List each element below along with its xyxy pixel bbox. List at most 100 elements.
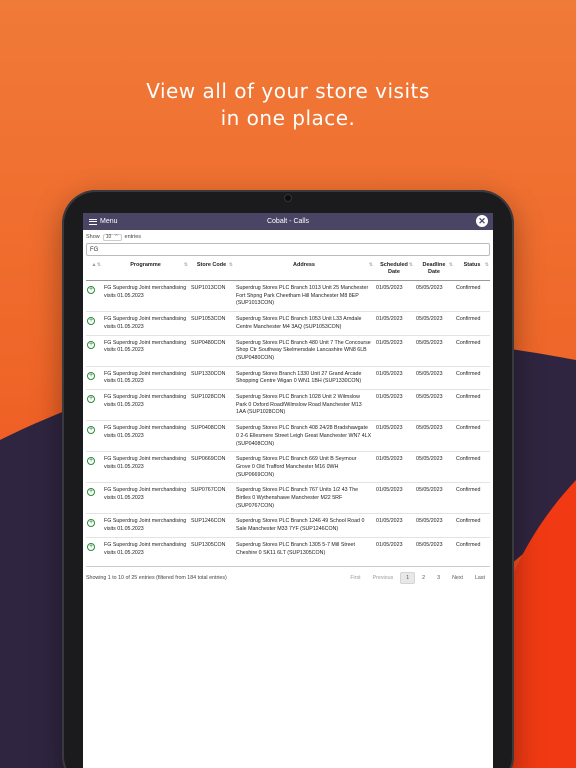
cell-address: Superdrug Stores PLC Branch 1053 Unit L3… — [234, 311, 374, 336]
expand-row-icon[interactable]: + — [87, 340, 95, 349]
tablet-frame: Menu Cobalt - Calls ✕ Show 10 ⌃ entries … — [62, 190, 514, 768]
app-title: Cobalt - Calls — [266, 218, 309, 225]
cell-programme: FG Superdrug Joint merchandising visits … — [102, 513, 189, 538]
cell-store-code: SUP0669CON — [189, 451, 234, 483]
cell-address: Superdrug Stores PLC Branch 408 24/28 Br… — [234, 420, 374, 452]
column-store-code[interactable]: Store Code — [189, 260, 234, 281]
column-scheduled-date[interactable]: Scheduled Date — [374, 260, 414, 281]
table-row[interactable]: + FG Superdrug Joint merchandising visit… — [86, 482, 490, 514]
pagination-next[interactable]: Next — [447, 573, 468, 583]
cell-programme: FG Superdrug Joint merchandising visits … — [102, 334, 189, 367]
hamburger-icon — [89, 218, 97, 225]
column-status[interactable]: Status — [454, 260, 490, 281]
entries-length: Show 10 ⌃ entries — [86, 233, 490, 241]
cell-status: Confirmed — [454, 451, 490, 483]
cell-status: Confirmed — [454, 389, 490, 421]
table-row[interactable]: + FG Superdrug Joint merchandising visit… — [86, 311, 490, 336]
chevron-updown-icon: ⌃ — [114, 234, 119, 240]
cell-programme: FG Superdrug Joint merchandising visits … — [102, 482, 189, 514]
cell-deadline-date: 05/05/2023 — [414, 451, 454, 483]
cell-store-code: SUP1330CON — [189, 365, 234, 390]
expand-row-icon[interactable]: + — [87, 286, 95, 294]
cell-address: Superdrug Stores PLC Branch 480 Unit 7 T… — [234, 334, 374, 367]
cell-scheduled-date: 01/05/2023 — [374, 420, 414, 452]
cell-status: Confirmed — [454, 482, 490, 514]
cell-status: Confirmed — [456, 285, 481, 291]
app-screen: Menu Cobalt - Calls ✕ Show 10 ⌃ entries … — [83, 213, 493, 768]
pagination-page-3[interactable]: 3 — [432, 573, 445, 583]
promo-line-2: in one place. — [220, 106, 356, 130]
cell-programme: FG Superdrug Joint merchandising visits … — [102, 451, 189, 483]
pagination-previous[interactable]: Previous — [368, 573, 399, 583]
cell-address: Superdrug Stores PLC Branch 669 Unit B S… — [234, 451, 374, 483]
cell-deadline-date: 05/05/2023 — [414, 536, 454, 561]
cell-address: Superdrug Stores PLC Branch 767 Units 1/… — [234, 482, 374, 514]
cell-address: Superdrug Stores PLC Branch 1028 Unit 2 … — [234, 389, 374, 421]
promo-headline: View all of your store visits in one pla… — [0, 78, 576, 132]
show-label: Show — [86, 234, 100, 240]
cell-store-code: SUP1013CON — [191, 285, 226, 291]
table-row[interactable]: + FG Superdrug Joint merchandising visit… — [86, 420, 490, 452]
table-row[interactable]: + FG Superdrug Joint merchandising visit… — [86, 513, 490, 538]
table-row[interactable]: + FG Superdrug Joint merchandising visit… — [86, 334, 490, 367]
camera-icon — [284, 194, 292, 202]
cell-status: Confirmed — [454, 536, 490, 561]
column-address[interactable]: Address — [234, 260, 374, 281]
table-controls: Show 10 ⌃ entries FG — [83, 230, 493, 256]
cell-scheduled-date: 01/05/2023 — [374, 513, 414, 538]
pagination-page-1[interactable]: 1 — [400, 572, 416, 585]
cell-store-code: SUP0480CON — [189, 334, 234, 367]
expand-row-icon[interactable]: + — [87, 488, 95, 497]
table-row[interactable]: + FG Superdrug Joint merchandising visit… — [86, 389, 490, 421]
cell-programme: FG Superdrug Joint merchandising visits … — [104, 285, 187, 299]
cell-address: Superdrug Stores PLC Branch 1013 Unit 25… — [236, 285, 369, 307]
expand-row-icon[interactable]: + — [87, 395, 95, 404]
expand-row-icon[interactable]: + — [87, 519, 95, 528]
pagination-first[interactable]: First — [345, 573, 365, 583]
cell-scheduled-date: 01/05/2023 — [374, 365, 414, 390]
cell-store-code: SUP0767CON — [189, 482, 234, 514]
search-input[interactable]: FG — [86, 243, 490, 256]
cell-address: Superdrug Stores Branch 1330 Unit 27 Gra… — [234, 365, 374, 390]
title-bar: Menu Cobalt - Calls ✕ — [83, 213, 493, 230]
table-row[interactable]: + FG Superdrug Joint merchandising visit… — [86, 365, 490, 390]
expand-row-icon[interactable]: + — [87, 426, 95, 435]
expand-row-icon[interactable]: + — [87, 317, 95, 326]
entries-label: entries — [124, 234, 142, 240]
cell-status: Confirmed — [454, 513, 490, 538]
cell-store-code: SUP1246CON — [189, 513, 234, 538]
cell-status: Confirmed — [454, 365, 490, 390]
cell-store-code: SUP0408CON — [189, 420, 234, 452]
entries-select[interactable]: 10 ⌃ — [102, 233, 122, 241]
table-row[interactable]: + FG Superdrug Joint merchandising visit… — [86, 536, 490, 561]
cell-programme: FG Superdrug Joint merchandising visits … — [102, 420, 189, 452]
expand-row-icon[interactable]: + — [87, 542, 95, 551]
promo-line-1: View all of your store visits — [146, 79, 430, 103]
cell-programme: FG Superdrug Joint merchandising visits … — [102, 365, 189, 390]
cell-deadline-date: 05/05/2023 — [414, 513, 454, 538]
cell-status: Confirmed — [454, 334, 490, 367]
cell-store-code: SUP1028CON — [189, 389, 234, 421]
cell-scheduled-date: 01/05/2023 — [374, 451, 414, 483]
table-body: + FG Superdrug Joint merchandising visit… — [86, 281, 490, 561]
cell-scheduled-date: 01/05/2023 — [374, 389, 414, 421]
cell-store-code: SUP1053CON — [189, 311, 234, 336]
cell-store-code: SUP1305CON — [189, 536, 234, 561]
menu-button[interactable]: Menu — [89, 213, 118, 230]
column-expand[interactable]: ▴ — [86, 260, 102, 281]
cell-address: Superdrug Stores PLC Branch 1305 5-7 Mil… — [234, 536, 374, 561]
pagination-page-2[interactable]: 2 — [417, 573, 430, 583]
expand-row-icon[interactable]: + — [87, 371, 95, 380]
table-row[interactable]: + FG Superdrug Joint merchandising visit… — [86, 281, 490, 312]
cell-deadline-date: 05/05/2023 — [414, 389, 454, 421]
pagination-last[interactable]: Last — [470, 573, 490, 583]
column-programme[interactable]: Programme — [102, 260, 189, 281]
table-row[interactable]: + FG Superdrug Joint merchandising visit… — [86, 451, 490, 483]
search-value: FG — [90, 246, 99, 253]
cell-scheduled-date: 01/05/2023 — [376, 285, 403, 291]
cell-scheduled-date: 01/05/2023 — [374, 334, 414, 367]
close-icon[interactable]: ✕ — [476, 215, 488, 227]
column-deadline-date[interactable]: Deadline Date — [414, 260, 454, 281]
menu-label: Menu — [100, 218, 118, 225]
expand-row-icon[interactable]: + — [87, 457, 95, 466]
